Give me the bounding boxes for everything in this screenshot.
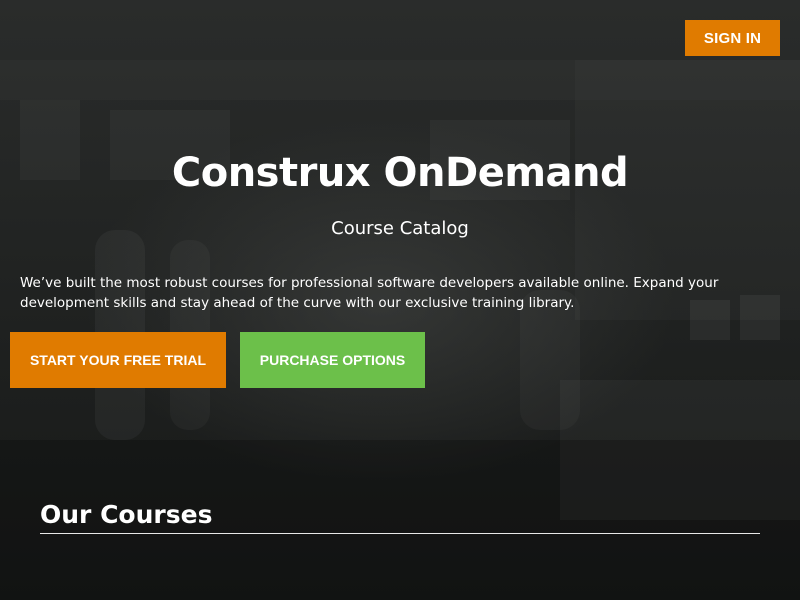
page-subtitle: Course Catalog	[331, 218, 469, 239]
purchase-options-button[interactable]: PURCHASE OPTIONS	[240, 332, 425, 388]
hero-description: We’ve built the most robust courses for …	[20, 275, 719, 311]
hero-section: SIGN IN Construx OnDemand Course Catalog…	[0, 0, 800, 600]
page-title: Construx OnDemand	[171, 150, 629, 196]
start-free-trial-button[interactable]: START YOUR FREE TRIAL	[10, 332, 226, 388]
sign-in-button[interactable]: SIGN IN	[685, 20, 780, 56]
our-courses-heading: Our Courses	[40, 500, 760, 534]
